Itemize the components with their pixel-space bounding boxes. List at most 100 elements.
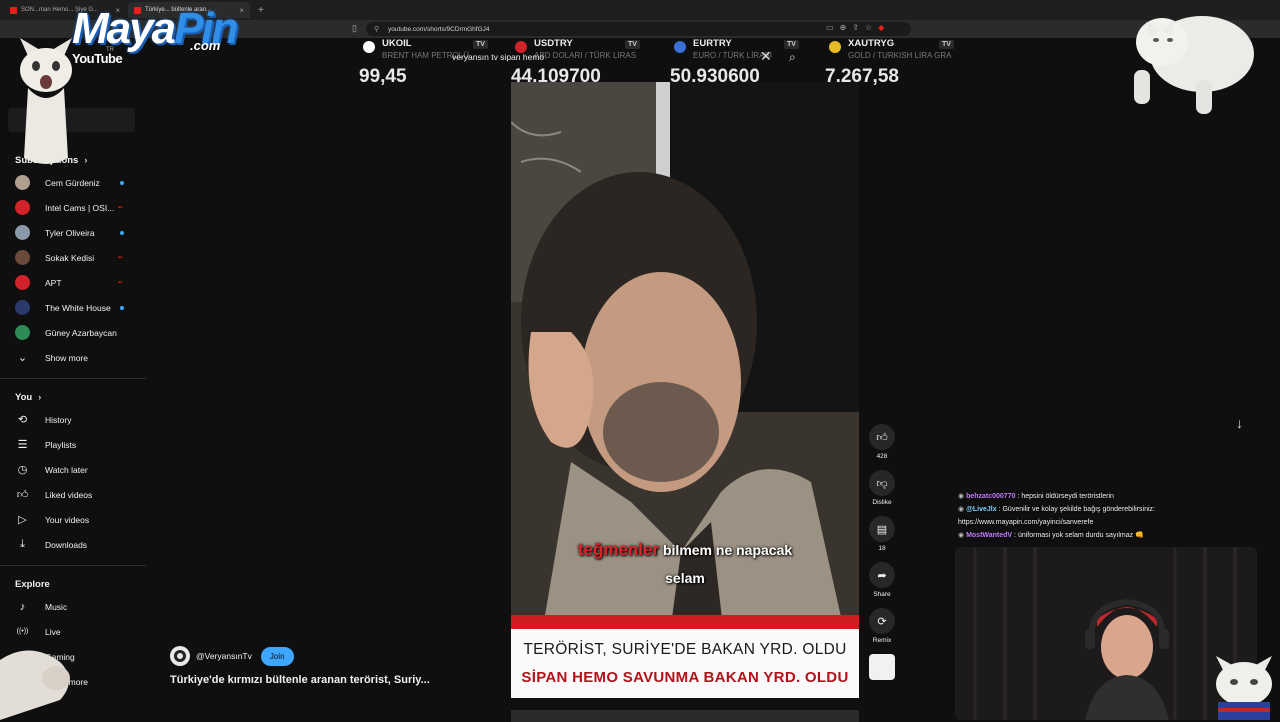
- address-bar-tools: ▭ ⊕ ⇪ ☆ ◆: [826, 23, 884, 32]
- thumb-down-icon: 👎︎: [876, 477, 888, 490]
- sidebar-subscription-item[interactable]: The White House: [0, 295, 146, 320]
- news-banner-headline: TERÖRİST, SURİYE'DE BAKAN YRD. OLDU: [523, 641, 847, 658]
- sidebar-item-label: Playlists: [45, 439, 77, 450]
- sidebar-subscription-item[interactable]: Cem Gürdeniz: [0, 170, 146, 195]
- subscription-name: Tyler Oliveira: [45, 227, 95, 238]
- thumb-up-icon: 👍︎: [876, 431, 888, 444]
- short-video-player[interactable]: teğmenler bilmem ne napacak selam TERÖRİ…: [511, 82, 859, 698]
- chevron-down-icon: ⌄: [17, 352, 28, 364]
- sidebar-subscription-item[interactable]: APT ▪▪: [0, 270, 146, 295]
- cast-icon[interactable]: ▭: [826, 23, 834, 32]
- search-input[interactable]: veryansın tv sipan hemo: [452, 52, 544, 62]
- subscription-name: Güney Azarbaycan: [45, 327, 117, 338]
- logo-text: Maya: [72, 4, 176, 53]
- next-short-preview[interactable]: [511, 710, 859, 722]
- dislike-button[interactable]: 👎︎: [869, 470, 895, 496]
- cat-image: [20, 38, 72, 164]
- ticker-symbol: USDTRY: [534, 38, 573, 49]
- ticker-item: XAUTRYG GOLD / TURKISH LIRA GRA 7.267,58 TV: [821, 38, 971, 88]
- subtitle-text: bilmem ne napacak: [662, 542, 793, 558]
- you-label: You: [15, 391, 33, 403]
- channel-avatar: [15, 275, 30, 290]
- tab-close-icon[interactable]: ×: [239, 6, 244, 15]
- comments-button[interactable]: ▤: [869, 516, 895, 542]
- channel-name[interactable]: @VeryansınTv: [196, 651, 252, 661]
- channel-sound-avatar[interactable]: [869, 654, 895, 680]
- asset-icon: [829, 41, 841, 53]
- channel-avatar: [15, 225, 30, 240]
- remix-action: ⟳ Remix: [862, 608, 902, 644]
- sidebar-item-watch-later[interactable]: ◷ Watch later: [0, 457, 146, 482]
- subtitle-line-2: selam: [665, 570, 705, 586]
- comment-action: ▤ 18: [862, 516, 902, 552]
- zoom-icon[interactable]: ⊕: [840, 23, 847, 32]
- music-icon: ♪: [19, 600, 26, 613]
- remix-button[interactable]: ⟳: [869, 608, 895, 634]
- new-tab-button[interactable]: +: [252, 5, 270, 16]
- chat-message: ◉ behzatc000770 : hepsini öldürseydi ter…: [958, 490, 1258, 503]
- sidebar-item-music[interactable]: ♪ Music: [0, 594, 146, 619]
- ticker-name: GOLD / TURKISH LIRA GRA: [848, 51, 952, 60]
- ticker-value: 99,45: [359, 66, 407, 87]
- asset-icon: [674, 41, 686, 53]
- extension-icon[interactable]: ◆: [878, 23, 884, 32]
- share-icon[interactable]: ⇪: [852, 23, 859, 32]
- explore-heading: Explore: [0, 574, 146, 594]
- arrow-down-icon[interactable]: ↓: [1236, 415, 1243, 431]
- sidebar-item-label: Music: [45, 601, 68, 612]
- playlists-icon: ☰: [17, 439, 28, 451]
- join-button[interactable]: Join: [260, 646, 294, 666]
- sidebar-item-history[interactable]: ⟲ History: [0, 407, 146, 432]
- sidebar-item-label: Your videos: [45, 514, 90, 525]
- sidebar-item-your-videos[interactable]: ▷ Your videos: [0, 507, 146, 532]
- bookmark-icon[interactable]: ▯: [352, 23, 357, 34]
- site-info-icon[interactable]: ⚲: [374, 25, 379, 33]
- live-indicator-icon: ▪▪: [118, 279, 123, 286]
- short-actions: 👍︎ 428 👎︎ Dislike ▤ 18 ➦ Share ⟳ Remix: [862, 424, 902, 690]
- sidebar-subscription-item[interactable]: Sokak Kedisi ▪▪: [0, 245, 146, 270]
- cat-image: [1216, 656, 1272, 720]
- stream-chat: ◉ behzatc000770 : hepsini öldürseydi ter…: [958, 490, 1258, 542]
- live-indicator-icon: ▪▪: [118, 204, 123, 211]
- sidebar-item-liked-videos[interactable]: 👍︎ Liked videos: [0, 482, 146, 507]
- star-icon[interactable]: ☆: [865, 23, 872, 32]
- news-banner-stripe: [511, 615, 859, 629]
- logo-domain: .com: [190, 38, 221, 53]
- live-icon: ((•)): [16, 628, 29, 635]
- sidebar-subscription-item[interactable]: Tyler Oliveira: [0, 220, 146, 245]
- comment-icon: ▤: [876, 523, 888, 536]
- asset-icon: [363, 41, 375, 53]
- youtube-favicon-icon: [10, 6, 17, 14]
- chat-text: üniformasi yok selam durdu sayılmaz 👊: [1017, 532, 1144, 539]
- play-icon: ▷: [18, 514, 27, 526]
- tradingview-badge: TV: [473, 40, 488, 49]
- sidebar-subscription-item[interactable]: Intel Cams | OSI... ▪▪: [0, 195, 146, 220]
- chat-text: hepsini öldürseydi teröristlerin: [1021, 493, 1114, 500]
- channel-avatar[interactable]: [170, 646, 190, 666]
- tradingview-badge: TV: [784, 40, 799, 49]
- clear-search-icon[interactable]: ✕: [760, 48, 772, 65]
- sidebar-subscription-item[interactable]: Güney Azarbaycan: [0, 320, 146, 345]
- price-ticker: UKOIL BRENT HAM PETROLÜ 99,45 TV USDTRY ABD D…: [355, 38, 965, 88]
- show-more-button[interactable]: ⌄ Show more: [0, 345, 146, 370]
- short-title[interactable]: Türkiye'de kırmızı bültenle aranan terör…: [170, 674, 430, 686]
- sidebar-item-downloads[interactable]: ⤓ Downloads: [0, 532, 146, 557]
- sidebar-item-label: Downloads: [45, 539, 88, 550]
- subscription-name: Intel Cams | OSI...: [45, 202, 115, 213]
- live-indicator-icon: ▪▪: [118, 254, 123, 261]
- new-content-dot: [120, 180, 124, 185]
- share-button[interactable]: ➦: [869, 562, 895, 588]
- sidebar: Subscriptions › Cem GürdenizIntel Cams |…: [0, 150, 146, 694]
- tradingview-badge: TV: [625, 40, 640, 49]
- cat-sticker: [10, 28, 82, 170]
- chat-badge-icon: ◉: [958, 493, 967, 500]
- video-frame: [511, 82, 859, 698]
- sidebar-item-label: Liked videos: [45, 489, 93, 500]
- you-heading[interactable]: You ›: [0, 387, 146, 407]
- dislike-label: Dislike: [872, 499, 892, 506]
- comment-count: 18: [878, 545, 886, 552]
- sidebar-item-playlists[interactable]: ☰ Playlists: [0, 432, 146, 457]
- chat-username: behzatc000770: [966, 493, 1016, 500]
- like-button[interactable]: 👍︎: [869, 424, 895, 450]
- search-icon[interactable]: ⌕: [789, 50, 796, 65]
